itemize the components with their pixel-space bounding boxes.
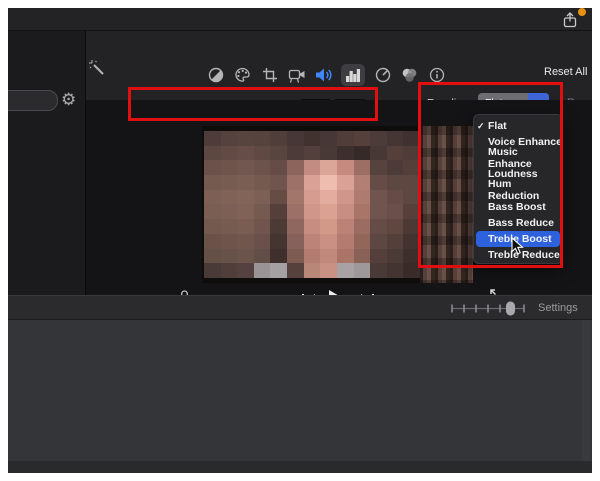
checkmark-icon: ✓ xyxy=(477,120,485,131)
menu-item-label: Flat xyxy=(488,120,507,133)
menu-item-flat[interactable]: ✓ Flat xyxy=(474,118,562,134)
zoom-slider[interactable] xyxy=(450,301,526,316)
filters-icon[interactable] xyxy=(400,64,419,86)
video-mosaic xyxy=(204,131,420,278)
crop-icon[interactable] xyxy=(260,64,279,86)
sidebar-field[interactable] xyxy=(8,90,58,111)
menu-item-label: Bass Reduce xyxy=(488,216,554,229)
left-sidebar: ⚙ xyxy=(8,31,86,295)
timeline-area[interactable] xyxy=(8,320,592,461)
speed-icon[interactable] xyxy=(373,64,392,86)
volume-icon[interactable] xyxy=(314,64,333,86)
info-icon[interactable] xyxy=(427,64,446,86)
gear-icon[interactable]: ⚙ xyxy=(61,88,76,112)
menu-item-label: Bass Boost xyxy=(488,200,546,213)
share-icon[interactable] xyxy=(561,11,579,29)
menu-item-bass-boost[interactable]: Bass Boost xyxy=(474,198,562,214)
title-bar xyxy=(8,8,592,31)
zoom-slider-thumb xyxy=(506,301,515,316)
mouse-cursor xyxy=(511,237,524,255)
noise-equalizer-icon[interactable] xyxy=(341,64,365,86)
settings-button[interactable]: Settings xyxy=(538,302,578,314)
menu-item-music-enhance[interactable]: Music Enhance xyxy=(474,146,562,170)
menu-item-bass-reduce[interactable]: Bass Reduce xyxy=(474,215,562,231)
enhance-wand-icon[interactable] xyxy=(88,59,107,78)
menu-item-hum-reduction[interactable]: Hum Reduction xyxy=(474,178,562,202)
app-window: ⚙ Reset All ✓ Flat Voice Enhance Music E… xyxy=(8,8,592,473)
video-background xyxy=(420,126,473,283)
video-frame xyxy=(202,126,473,283)
bottom-toolbar xyxy=(8,461,592,473)
content-area: ⚙ Reset All ✓ Flat Voice Enhance Music E… xyxy=(8,31,592,311)
adjust-toolbar xyxy=(206,63,446,87)
color-palette-icon[interactable] xyxy=(233,64,252,86)
timeline-scrollbar[interactable] xyxy=(582,320,590,461)
stabilization-icon[interactable] xyxy=(287,64,306,86)
color-balance-icon[interactable] xyxy=(206,64,225,86)
settings-strip: Settings xyxy=(8,295,592,320)
reset-all-button[interactable]: Reset All xyxy=(544,66,587,78)
record-indicator-dot xyxy=(578,8,586,16)
